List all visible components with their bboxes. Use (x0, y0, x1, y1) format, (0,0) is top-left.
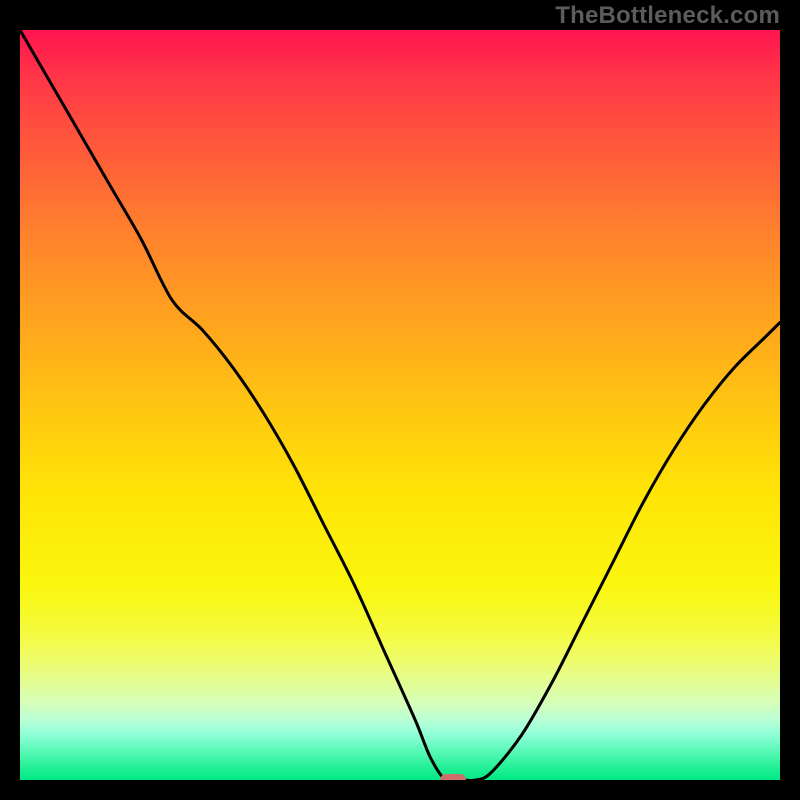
plot-area (20, 30, 780, 780)
optimum-marker (440, 774, 466, 780)
bottleneck-curve (20, 30, 780, 780)
watermark: TheBottleneck.com (555, 2, 780, 30)
chart-frame: TheBottleneck.com (0, 0, 800, 800)
